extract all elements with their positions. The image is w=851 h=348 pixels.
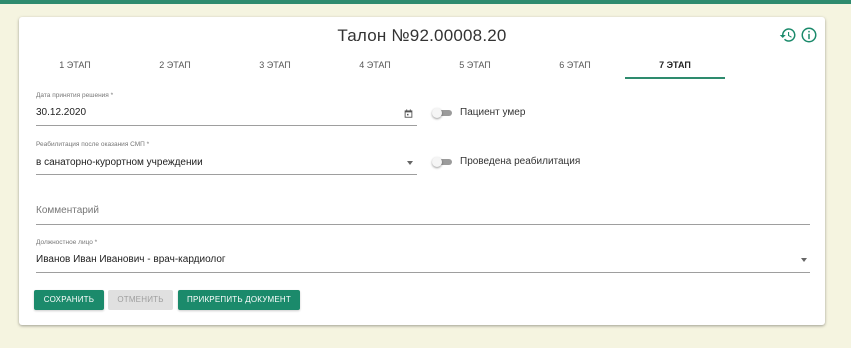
official-select[interactable]: Должностное лицо * Иванов Иван Иванович … [36, 239, 810, 273]
official-underline [36, 272, 810, 273]
comment-placeholder: Комментарий [36, 205, 99, 216]
decision-date-value: 30.12.2020 [36, 107, 87, 118]
tab-stage-3[interactable]: 3 ЭТАП [225, 53, 325, 79]
official-value: Иванов Иван Иванович - врач-кардиолог [36, 254, 226, 265]
tab-stage-5[interactable]: 5 ЭТАП [425, 53, 525, 79]
comment-underline [36, 224, 810, 225]
official-label: Должностное лицо * [36, 239, 98, 246]
ticket-card: Талон №92.00008.20 1 ЭТАП 2 ЭТАП 3 ЭТАП 4 Э… [19, 17, 825, 325]
history-icon[interactable] [779, 26, 797, 44]
rehab-underline [36, 174, 417, 175]
top-accent-bar [0, 0, 851, 4]
decision-date-underline [36, 125, 417, 126]
rehab-label: Реабилитация после оказания СМП * [36, 141, 150, 148]
rehab-done-toggle[interactable] [432, 157, 454, 167]
toggle-knob [432, 157, 442, 167]
comment-field[interactable]: Комментарий [36, 197, 810, 225]
chevron-down-icon[interactable] [407, 161, 413, 165]
rehab-value: в санаторно-курортном учреждении [36, 157, 203, 168]
decision-date-field[interactable]: Дата принятия решения * 30.12.2020 [36, 92, 417, 126]
cancel-button[interactable]: ОТМЕНИТЬ [108, 290, 173, 310]
save-button[interactable]: СОХРАНИТЬ [34, 290, 104, 310]
tab-stage-4[interactable]: 4 ЭТАП [325, 53, 425, 79]
rehab-done-label: Проведена реабилитация [460, 156, 581, 167]
patient-died-toggle[interactable] [432, 108, 454, 118]
chevron-down-icon[interactable] [801, 258, 807, 262]
tab-stage-7[interactable]: 7 ЭТАП [625, 53, 725, 79]
tab-stage-6[interactable]: 6 ЭТАП [525, 53, 625, 79]
patient-died-label: Пациент умер [460, 107, 526, 118]
page-title: Талон №92.00008.20 [337, 26, 507, 45]
tab-stage-2[interactable]: 2 ЭТАП [125, 53, 225, 79]
rehab-select[interactable]: Реабилитация после оказания СМП * в сана… [36, 141, 417, 175]
toggle-knob [432, 108, 442, 118]
attach-document-button[interactable]: ПРИКРЕПИТЬ ДОКУМЕНТ [178, 290, 300, 310]
calendar-icon[interactable] [404, 109, 413, 118]
info-icon[interactable] [800, 26, 818, 44]
stage-tabs: 1 ЭТАП 2 ЭТАП 3 ЭТАП 4 ЭТАП 5 ЭТАП 6 ЭТАП 7 ЭТ… [25, 53, 725, 79]
decision-date-label: Дата принятия решения * [36, 92, 114, 99]
tab-stage-1[interactable]: 1 ЭТАП [25, 53, 125, 79]
